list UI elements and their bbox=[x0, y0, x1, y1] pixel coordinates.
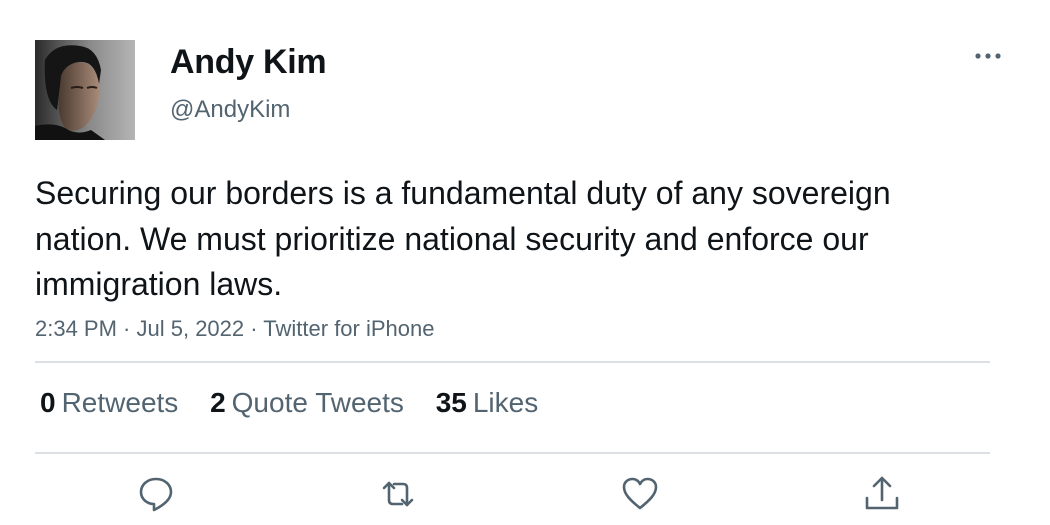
tweet-text: Securing our borders is a fundamental du… bbox=[35, 175, 891, 302]
more-dots-icon bbox=[975, 53, 1001, 59]
likes-label: Likes bbox=[472, 387, 539, 418]
meta-separator: · bbox=[244, 316, 264, 341]
quote-tweets-count: 2 bbox=[210, 387, 226, 418]
display-name[interactable]: Andy Kim bbox=[170, 43, 327, 82]
retweets-stat[interactable]: 0 Retweets bbox=[40, 387, 178, 419]
retweets-count: 0 bbox=[40, 387, 56, 418]
avatar[interactable] bbox=[35, 40, 135, 140]
retweet-arrows-icon bbox=[382, 481, 414, 507]
reply-button[interactable] bbox=[136, 474, 176, 514]
tweet-metadata: 2:34 PM · Jul 5, 2022 · Twitter for iPho… bbox=[35, 316, 434, 342]
retweets-label: Retweets bbox=[61, 387, 179, 418]
tweet-card: Andy Kim @AndyKim Securing our borders i… bbox=[0, 0, 1050, 525]
more-options-button[interactable] bbox=[968, 42, 1008, 70]
heart-icon bbox=[622, 477, 658, 510]
speech-bubble-icon bbox=[139, 477, 173, 512]
share-button[interactable] bbox=[862, 474, 902, 514]
quote-tweets-stat[interactable]: 2 Quote Tweets bbox=[210, 387, 404, 419]
tweet-date[interactable]: Jul 5, 2022 bbox=[137, 316, 245, 341]
user-handle[interactable]: @AndyKim bbox=[170, 96, 290, 124]
retweet-button[interactable] bbox=[378, 474, 418, 514]
like-button[interactable] bbox=[620, 474, 660, 514]
tweet-source[interactable]: Twitter for iPhone bbox=[263, 316, 434, 341]
divider bbox=[35, 452, 990, 454]
quote-tweets-label: Quote Tweets bbox=[231, 387, 404, 418]
divider bbox=[35, 361, 990, 363]
tweet-time[interactable]: 2:34 PM bbox=[35, 316, 117, 341]
avatar-image bbox=[35, 40, 135, 140]
likes-stat[interactable]: 35 Likes bbox=[436, 387, 539, 419]
likes-count: 35 bbox=[435, 387, 467, 418]
engagement-stats: 0 Retweets 2 Quote Tweets 35 Likes bbox=[40, 387, 562, 419]
meta-separator: · bbox=[116, 316, 137, 341]
share-upload-icon bbox=[865, 476, 899, 510]
